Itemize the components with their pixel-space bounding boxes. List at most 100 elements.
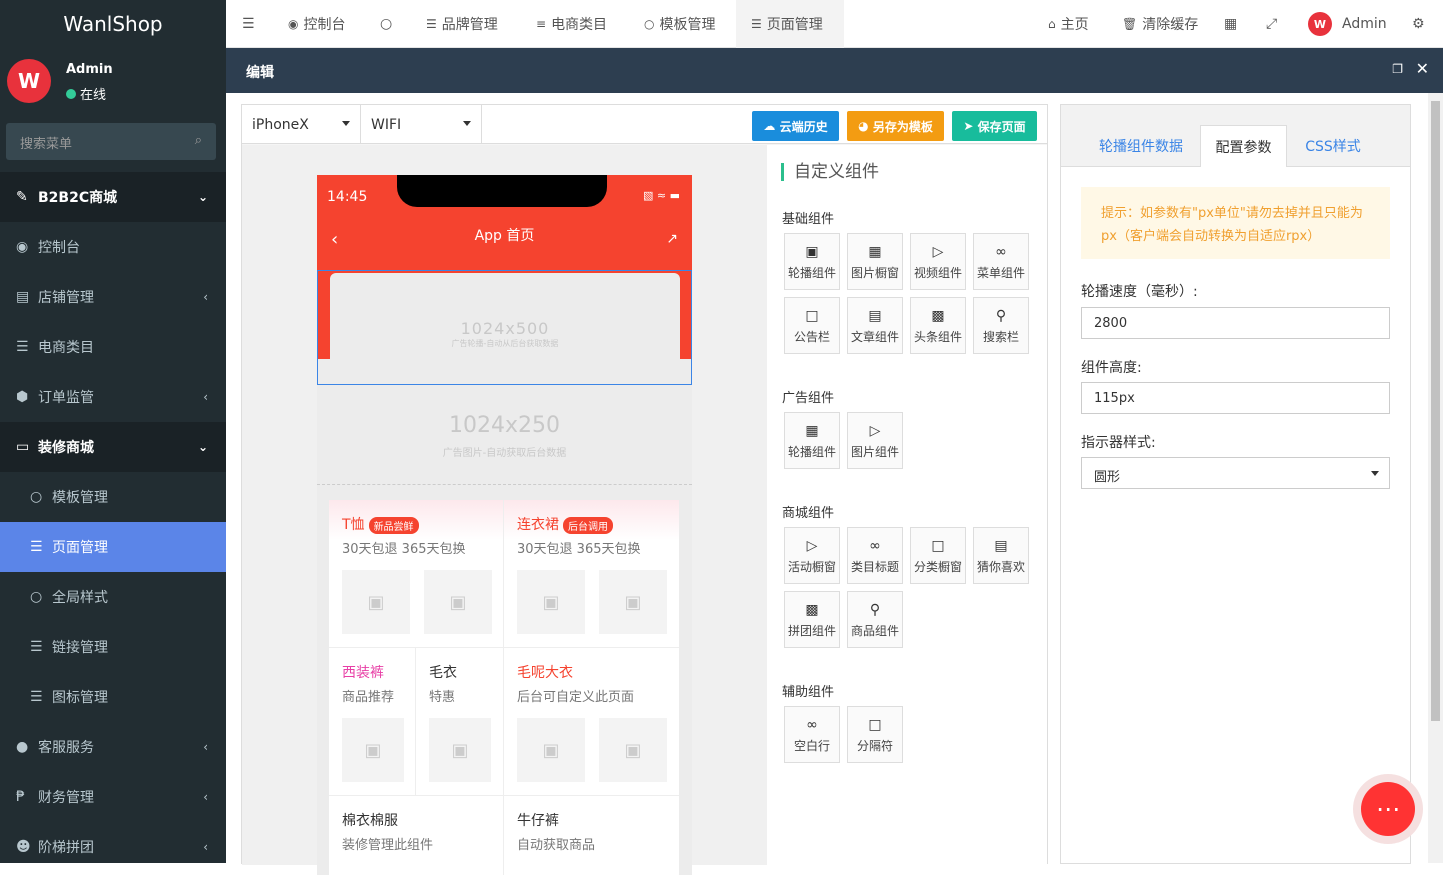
share-icon[interactable]: ↗ <box>666 231 678 247</box>
component-button[interactable]: ▷视频组件 <box>910 233 966 290</box>
component-button[interactable]: ▷活动橱窗 <box>784 527 840 584</box>
sidebar: WanlShop W Admin 在线 搜索菜单 ⌕ ✎B2B2C商城⌄◉控制台… <box>0 0 226 863</box>
component-button[interactable]: ▦图片橱窗 <box>847 233 903 290</box>
tip-box: 提示：如参数有"px单位"请勿去掉并且只能为px（客户端会自动转换为自适应rpx… <box>1081 187 1390 259</box>
sidebar-item[interactable]: ✎B2B2C商城⌄ <box>0 172 226 222</box>
banner-desc: 广告轮播-自动从后台获取数据 <box>330 338 680 349</box>
chevron-down-icon: ⌄ <box>198 190 208 204</box>
tab-config-params[interactable]: 配置参数 <box>1200 125 1287 167</box>
sidebar-item[interactable]: ☰图标管理 <box>0 672 226 722</box>
goods-cell: 连衣裙后台调用 30天包退 365天包换 ▣ ▣ <box>504 500 679 648</box>
sidebar-item[interactable]: ⬢订单监管‹ <box>0 372 226 422</box>
component-button[interactable]: ▩ 拼团组件 <box>784 591 840 648</box>
tab-category[interactable]: ≡电商类目 <box>536 0 607 48</box>
save-template-button[interactable]: ◕ 另存为模板 <box>847 111 944 141</box>
settings-gear-icon[interactable]: ⚙ <box>1412 0 1425 48</box>
goods-sub: 自动获取商品 <box>517 834 595 853</box>
circle-icon[interactable]: ○ <box>380 0 392 48</box>
sidebar-item[interactable]: ☰链接管理 <box>0 622 226 672</box>
avatar: W <box>1308 12 1332 36</box>
sidebar-item-label: 阶梯拼团 <box>38 837 94 857</box>
goods-sub: 特惠 <box>429 686 455 705</box>
tab-brand[interactable]: ☰品牌管理 <box>426 0 498 48</box>
user-status: 在线 <box>66 84 106 103</box>
component-button[interactable]: □分隔符 <box>847 706 903 763</box>
sidebar-item[interactable]: ◉控制台 <box>0 222 226 272</box>
sidebar-item[interactable]: ▭装修商城⌄ <box>0 422 226 472</box>
speed-label: 轮播速度（毫秒）: <box>1081 281 1198 301</box>
user-status-text: 在线 <box>80 88 106 103</box>
page-editor: iPhoneX WIFI ☁ 云端历史 ◕ 另存为模板 ➤ 保存页面 14:45… <box>241 104 1048 864</box>
sidebar-item[interactable]: ○全局样式 <box>0 572 226 622</box>
list-icon: ☰ <box>16 339 38 355</box>
sidebar-menu: ✎B2B2C商城⌄◉控制台▤店铺管理‹☰电商类目⬢订单监管‹▭装修商城⌄○模板管… <box>0 172 226 863</box>
component-button[interactable]: ▷图片组件 <box>847 412 903 469</box>
user-menu[interactable]: WAdmin <box>1308 0 1387 48</box>
hamburger-icon[interactable]: ☰ <box>242 0 255 48</box>
sidebar-item[interactable]: ▤店铺管理‹ <box>0 272 226 322</box>
customer-service-button[interactable]: ⋯ <box>1353 774 1423 844</box>
save-page-button[interactable]: ➤ 保存页面 <box>952 111 1037 141</box>
ad-image-component[interactable]: 1024x250 广告图片-自动获取后台数据 <box>317 385 692 485</box>
component-button[interactable]: ▤文章组件 <box>847 297 903 354</box>
component-icon: ▩ <box>785 602 839 618</box>
page-scrollbar[interactable] <box>1428 93 1443 863</box>
sidebar-item[interactable]: ₱财务管理‹ <box>0 772 226 822</box>
component-label: 文章组件 <box>848 328 902 345</box>
component-icon: ∞ <box>974 244 1028 260</box>
tab-banner-data[interactable]: 轮播组件数据 <box>1081 125 1201 167</box>
component-button[interactable]: ∞菜单组件 <box>973 233 1029 290</box>
sidebar-item[interactable]: ☰页面管理 <box>0 522 226 572</box>
search-icon[interactable]: ⌕ <box>195 133 202 148</box>
list-icon: ☰ <box>30 689 52 705</box>
goods-sub: 装修管理此组件 <box>342 834 433 853</box>
indicator-select[interactable]: 圆形 <box>1081 457 1390 489</box>
search-placeholder: 搜索菜单 <box>20 137 72 152</box>
component-button[interactable]: ▣轮播组件 <box>784 233 840 290</box>
maximize-icon[interactable]: ❐ <box>1392 62 1403 76</box>
component-button[interactable]: ⚲商品组件 <box>847 591 903 648</box>
component-button[interactable]: ∞空白行 <box>784 706 840 763</box>
component-label: 拼团组件 <box>785 622 839 639</box>
translate-icon[interactable]: ▦ <box>1224 0 1237 48</box>
brand-logo[interactable]: WanlShop <box>0 0 226 48</box>
component-icon: ∞ <box>785 717 839 733</box>
component-button[interactable]: ∞类目标题 <box>847 527 903 584</box>
tab-dashboard[interactable]: ◉控制台 <box>288 0 345 48</box>
network-select[interactable]: WIFI <box>361 105 482 144</box>
goods-cell: 毛衣 特惠 ▣ <box>416 648 504 796</box>
fullscreen-icon[interactable]: ⤢ <box>1266 0 1277 48</box>
tab-page[interactable]: ☰页面管理 <box>736 0 844 48</box>
banner-component[interactable]: 1024x500 广告轮播-自动从后台获取数据 <box>317 270 692 385</box>
height-input[interactable]: 115px <box>1081 382 1390 414</box>
component-icon: ▦ <box>785 423 839 439</box>
sidebar-item[interactable]: ☰电商类目 <box>0 322 226 372</box>
home-link[interactable]: ⌂主页 <box>1048 0 1089 48</box>
sidebar-search-input[interactable]: 搜索菜单 ⌕ <box>6 123 216 160</box>
tab-template[interactable]: ○模板管理 <box>644 0 715 48</box>
scrollbar-thumb[interactable] <box>1431 101 1440 721</box>
component-button[interactable]: ⚲搜索栏 <box>973 297 1029 354</box>
sidebar-item[interactable]: ☻阶梯拼团‹ <box>0 822 226 863</box>
speed-input[interactable]: 2800 <box>1081 307 1390 339</box>
cloud-history-button[interactable]: ☁ 云端历史 <box>752 111 839 141</box>
goods-title-text: T恤 <box>342 517 365 533</box>
banner-placeholder: 1024x500 广告轮播-自动从后台获取数据 <box>330 273 680 383</box>
sidebar-item[interactable]: ○模板管理 <box>0 472 226 522</box>
component-button[interactable]: ▤猜你喜欢 <box>973 527 1029 584</box>
component-icon: □ <box>785 308 839 324</box>
goods-showcase-component[interactable]: T恤新品尝鲜 30天包退 365天包换 ▣ ▣ 连衣裙后台调用 30天包退 36… <box>329 500 679 875</box>
component-button[interactable]: ▦轮播组件 <box>784 412 840 469</box>
component-button[interactable]: □公告栏 <box>784 297 840 354</box>
device-select[interactable]: iPhoneX <box>242 105 361 144</box>
component-button[interactable]: □分类橱窗 <box>910 527 966 584</box>
tab-css-style[interactable]: CSS样式 <box>1287 125 1379 167</box>
indicator-label: 指示器样式: <box>1081 432 1156 452</box>
dashboard-icon: ◉ <box>288 17 298 31</box>
component-label: 商品组件 <box>848 622 902 639</box>
sidebar-item[interactable]: ●客服服务‹ <box>0 722 226 772</box>
clear-cache-button[interactable]: 🗑清除缓存 <box>1122 0 1198 48</box>
goods-title: 牛仔裤 <box>517 810 559 830</box>
component-button[interactable]: ▩头条组件 <box>910 297 966 354</box>
close-icon[interactable]: ✕ <box>1416 59 1429 78</box>
